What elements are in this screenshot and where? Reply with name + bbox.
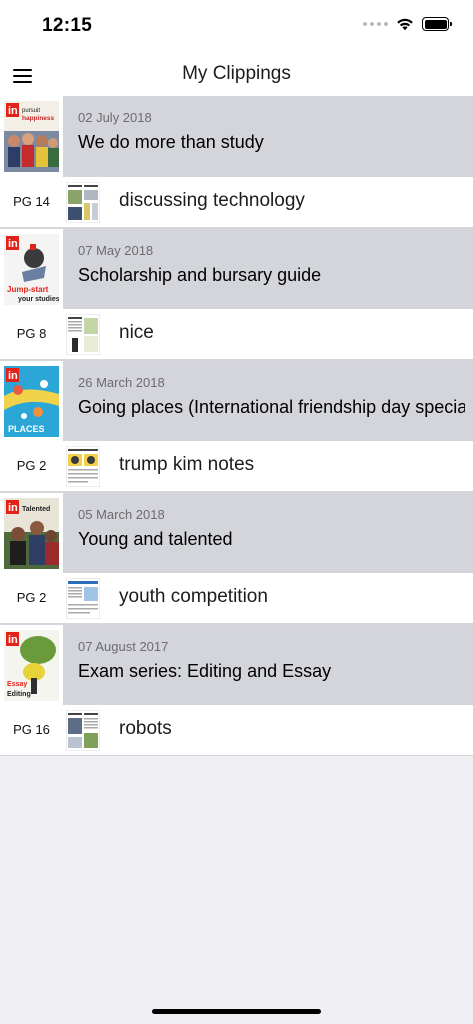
clipping-group: in PLACES 26 March 2018 Going places (In…: [0, 360, 473, 492]
issue-title: We do more than study: [78, 132, 264, 152]
clipping-group: in Essay Editing 07 August 2017 Exam ser…: [0, 624, 473, 756]
clipping-group: in Talented 05 March 2018 Young and tale…: [0, 492, 473, 624]
svg-text:PLACES: PLACES: [8, 424, 45, 434]
issue-info: 05 March 2018 Young and talented: [63, 493, 473, 574]
svg-text:in: in: [8, 238, 18, 250]
page-title: My Clippings: [182, 63, 291, 84]
svg-text:in: in: [8, 502, 18, 514]
svg-text:happiness: happiness: [22, 115, 55, 122]
status-icons: [363, 17, 452, 31]
issue-date: 07 August 2017: [78, 639, 169, 654]
status-time: 12:15: [42, 15, 93, 36]
page-number: PG 16: [13, 722, 50, 737]
issue-info: 02 July 2018 We do more than study: [63, 96, 473, 177]
battery-icon: [422, 17, 452, 31]
clipping-row[interactable]: PG 8 nice: [0, 309, 473, 360]
clipping-row[interactable]: PG 2 trump kim notes: [0, 441, 473, 492]
signal-icon: [363, 22, 388, 26]
issue-info: 26 March 2018 Going places (Internationa…: [63, 361, 473, 442]
page-number: PG 2: [16, 590, 47, 605]
issue-date: 26 March 2018: [78, 375, 165, 390]
issue-title: Scholarship and bursary guide: [78, 265, 322, 285]
nav-bar: My Clippings: [0, 52, 473, 96]
issue-row[interactable]: in Essay Editing 07 August 2017 Exam ser…: [0, 624, 473, 706]
home-indicator[interactable]: [152, 1009, 321, 1014]
magazine-cover-image: in Essay Editing: [4, 630, 59, 701]
magazine-cover-image: in PLACES: [4, 366, 59, 437]
magazine-cover-image: in Jump-start your studies: [4, 234, 59, 305]
clipping-label: trump kim notes: [119, 454, 255, 475]
issue-date: 07 May 2018: [78, 243, 154, 258]
clipping-row[interactable]: PG 14 discussing technology: [0, 177, 473, 228]
clipping-group: in pursuit happiness 02 July 2018 We do …: [0, 96, 473, 228]
svg-text:Talented: Talented: [22, 506, 50, 513]
page-number: PG 2: [16, 458, 47, 473]
clipping-label: youth competition: [119, 586, 268, 607]
svg-text:Editing: Editing: [7, 691, 31, 698]
svg-text:Jump-start: Jump-start: [7, 285, 49, 294]
svg-text:in: in: [8, 634, 18, 646]
issue-row[interactable]: in Talented 05 March 2018 Young and tale…: [0, 492, 473, 574]
issue-info: 07 August 2017 Exam series: Editing and …: [63, 625, 473, 706]
svg-text:in: in: [8, 370, 18, 382]
page-thumbnail: [66, 314, 100, 355]
page-number: PG 14: [13, 194, 50, 209]
issue-row[interactable]: in PLACES 26 March 2018 Going places (In…: [0, 360, 473, 442]
svg-text:pursuit: pursuit: [22, 108, 40, 114]
status-bar: 12:15: [0, 0, 473, 52]
page-thumbnail: [66, 182, 100, 223]
clippings-list: in pursuit happiness 02 July 2018 We do …: [0, 96, 473, 756]
page-number: PG 8: [16, 326, 47, 341]
issue-title: Going places (International friendship d…: [78, 397, 465, 417]
issue-row[interactable]: in pursuit happiness 02 July 2018 We do …: [0, 96, 473, 177]
magazine-cover-image: in Talented: [4, 498, 59, 569]
issue-date: 05 March 2018: [78, 507, 165, 522]
page-thumbnail: [66, 446, 100, 487]
clipping-row[interactable]: PG 2 youth competition: [0, 573, 473, 624]
svg-text:your studies: your studies: [18, 296, 59, 303]
svg-text:in: in: [8, 105, 18, 117]
clipping-group: in Jump-start your studies 07 May 2018 S…: [0, 228, 473, 360]
page-thumbnail: [66, 710, 100, 751]
clipping-label: robots: [119, 718, 172, 739]
clipping-label: discussing technology: [119, 190, 305, 211]
magazine-cover-image: in pursuit happiness: [4, 101, 59, 172]
page-thumbnail: [66, 578, 100, 619]
clipping-row[interactable]: PG 16 robots: [0, 705, 473, 756]
svg-text:Essay: Essay: [7, 681, 27, 688]
issue-title: Young and talented: [78, 529, 233, 549]
clipping-label: nice: [119, 322, 154, 343]
issue-row[interactable]: in Jump-start your studies 07 May 2018 S…: [0, 228, 473, 310]
issue-date: 02 July 2018: [78, 110, 152, 125]
screen: 12:15 My Clippings in pursuit happiness …: [0, 0, 473, 1024]
issue-title: Exam series: Editing and Essay: [78, 661, 332, 681]
issue-info: 07 May 2018 Scholarship and bursary guid…: [63, 229, 473, 310]
wifi-icon: [397, 18, 413, 31]
